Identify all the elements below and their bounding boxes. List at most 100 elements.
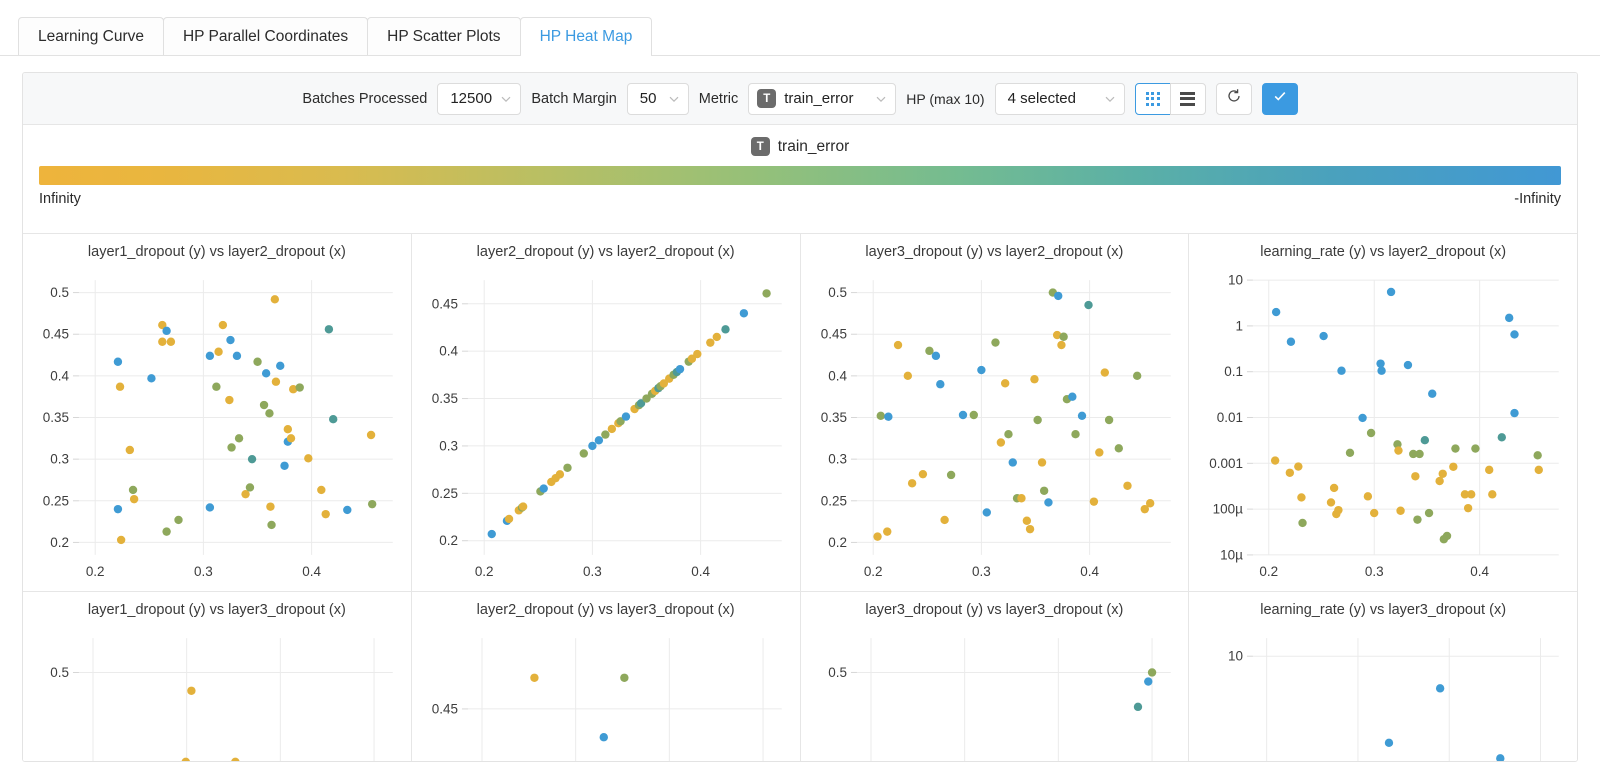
svg-text:0.3: 0.3 bbox=[50, 452, 69, 467]
svg-text:10µ: 10µ bbox=[1220, 547, 1243, 562]
chart-cell[interactable]: learning_rate (y) vs layer3_dropout (x) 1… bbox=[1189, 592, 1577, 761]
check-icon bbox=[1272, 88, 1288, 109]
list-view-button[interactable] bbox=[1169, 82, 1206, 115]
chevron-down-icon bbox=[875, 93, 887, 105]
svg-text:0.2: 0.2 bbox=[439, 533, 458, 548]
refresh-button[interactable] bbox=[1215, 82, 1252, 115]
chart-cell[interactable]: layer3_dropout (y) vs layer3_dropout (x)… bbox=[800, 592, 1190, 761]
chart-row: layer1_dropout (y) vs layer3_dropout (x)… bbox=[23, 592, 1577, 761]
svg-text:0.35: 0.35 bbox=[820, 410, 846, 425]
tab-hp-scatter-plots[interactable]: HP Scatter Plots bbox=[367, 17, 521, 55]
batch-margin-select[interactable]: 50 bbox=[626, 82, 689, 115]
svg-text:0.25: 0.25 bbox=[43, 493, 69, 508]
chevron-down-icon bbox=[668, 93, 680, 105]
chart-title: layer3_dropout (y) vs layer3_dropout (x) bbox=[865, 602, 1124, 618]
tab-label: HP Parallel Coordinates bbox=[182, 27, 349, 45]
chart-cell[interactable]: layer2_dropout (y) vs layer3_dropout (x)… bbox=[411, 592, 801, 761]
legend-max-label: -Infinity bbox=[1514, 191, 1561, 207]
svg-text:0.3: 0.3 bbox=[972, 564, 991, 579]
svg-text:0.4: 0.4 bbox=[1080, 564, 1099, 579]
controls-toolbar: Batches Processed 12500 Batch Margin 50 … bbox=[23, 73, 1577, 125]
tab-hp-parallel-coordinates[interactable]: HP Parallel Coordinates bbox=[162, 17, 369, 55]
metric-label: Metric bbox=[698, 90, 739, 107]
svg-text:0.001: 0.001 bbox=[1209, 456, 1243, 471]
svg-text:0.3: 0.3 bbox=[583, 564, 602, 579]
heatmap-page: Learning Curve HP Parallel Coordinates H… bbox=[0, 0, 1600, 770]
view-mode-group bbox=[1134, 82, 1206, 115]
chevron-down-icon bbox=[1104, 93, 1116, 105]
scatter-plot[interactable]: 0.2 0.25 0.3 0.35 0.4 0.45 0.5 0.2 0.3 0.4 bbox=[23, 266, 411, 591]
svg-text:0.1: 0.1 bbox=[1224, 364, 1243, 379]
apply-button[interactable] bbox=[1261, 82, 1298, 115]
scatter-plot[interactable]: 10 1 0.1 0.01 0.001 100µ 10µ 0.2 0.3 0.4 bbox=[1189, 266, 1577, 591]
svg-text:0.2: 0.2 bbox=[86, 564, 105, 579]
scatter-plot[interactable]: 0.40.450.50.20.30.40.5 bbox=[23, 624, 411, 761]
grid-view-button[interactable] bbox=[1134, 82, 1171, 115]
metric-type-chip: T bbox=[757, 89, 777, 108]
svg-text:0.45: 0.45 bbox=[431, 701, 457, 716]
chart-title: layer2_dropout (y) vs layer2_dropout (x) bbox=[476, 244, 735, 260]
svg-text:0.5: 0.5 bbox=[828, 285, 847, 300]
svg-text:0.4: 0.4 bbox=[439, 344, 458, 359]
legend-metric-name: train_error bbox=[777, 137, 850, 155]
svg-text:0.25: 0.25 bbox=[431, 486, 457, 501]
tab-hp-heat-map[interactable]: HP Heat Map bbox=[519, 17, 653, 56]
list-view-icon bbox=[1180, 91, 1196, 106]
chart-grid: layer1_dropout (y) vs layer2_dropout (x)… bbox=[23, 233, 1577, 761]
scatter-plot[interactable]: 1010.10.20.30.40.5 bbox=[1189, 624, 1577, 761]
svg-text:0.35: 0.35 bbox=[431, 391, 457, 406]
svg-text:1: 1 bbox=[1236, 318, 1244, 333]
tab-label: HP Scatter Plots bbox=[387, 27, 501, 45]
chart-title: learning_rate (y) vs layer3_dropout (x) bbox=[1260, 602, 1507, 618]
svg-text:0.4: 0.4 bbox=[302, 564, 321, 579]
svg-text:0.2: 0.2 bbox=[50, 535, 69, 550]
legend-range-labels: Infinity -Infinity bbox=[39, 191, 1561, 207]
legend-gradient-bar bbox=[39, 166, 1561, 185]
scatter-plot[interactable]: 0.2 0.25 0.3 0.35 0.4 0.45 0.2 0.3 0.4 bbox=[412, 266, 800, 591]
scatter-plot[interactable]: 0.40.450.50.20.30.40.5 bbox=[801, 624, 1189, 761]
chart-cell[interactable]: learning_rate (y) vs layer2_dropout (x) 1… bbox=[1189, 234, 1577, 591]
svg-text:0.4: 0.4 bbox=[828, 368, 847, 383]
chart-title: layer1_dropout (y) vs layer2_dropout (x) bbox=[87, 244, 346, 260]
svg-text:10: 10 bbox=[1228, 649, 1243, 664]
svg-text:0.01: 0.01 bbox=[1217, 410, 1243, 425]
tab-label: HP Heat Map bbox=[539, 27, 633, 45]
tab-learning-curve[interactable]: Learning Curve bbox=[18, 17, 164, 55]
svg-text:0.2: 0.2 bbox=[1260, 564, 1279, 579]
chart-title: layer1_dropout (y) vs layer3_dropout (x) bbox=[87, 602, 346, 618]
refresh-icon bbox=[1226, 88, 1242, 109]
svg-text:0.45: 0.45 bbox=[431, 296, 457, 311]
grid-view-icon bbox=[1145, 91, 1160, 106]
chart-title: layer3_dropout (y) vs layer2_dropout (x) bbox=[865, 244, 1124, 260]
metric-value: train_error bbox=[784, 90, 854, 107]
color-legend: T train_error Infinity -Infinity bbox=[23, 125, 1577, 211]
hp-max-label: HP (max 10) bbox=[906, 90, 985, 107]
svg-text:0.4: 0.4 bbox=[691, 564, 710, 579]
hp-select[interactable]: 4 selected bbox=[994, 82, 1125, 115]
chart-cell[interactable]: layer2_dropout (y) vs layer2_dropout (x)… bbox=[411, 234, 801, 591]
heatmap-card: Batches Processed 12500 Batch Margin 50 … bbox=[22, 72, 1578, 762]
metric-select[interactable]: T train_error bbox=[748, 82, 897, 115]
svg-text:0.2: 0.2 bbox=[863, 564, 882, 579]
batches-processed-value: 12500 bbox=[450, 90, 493, 107]
chart-title: layer2_dropout (y) vs layer3_dropout (x) bbox=[476, 602, 735, 618]
chart-title: learning_rate (y) vs layer2_dropout (x) bbox=[1260, 244, 1507, 260]
svg-text:0.4: 0.4 bbox=[50, 368, 69, 383]
svg-text:0.3: 0.3 bbox=[1365, 564, 1384, 579]
svg-text:0.5: 0.5 bbox=[50, 285, 69, 300]
batches-processed-select[interactable]: 12500 bbox=[437, 82, 522, 115]
batch-margin-label: Batch Margin bbox=[531, 90, 617, 107]
svg-text:0.3: 0.3 bbox=[439, 438, 458, 453]
chart-cell[interactable]: layer1_dropout (y) vs layer2_dropout (x)… bbox=[23, 234, 412, 591]
tab-bar: Learning Curve HP Parallel Coordinates H… bbox=[0, 0, 1600, 56]
hp-value: 4 selected bbox=[1007, 90, 1076, 107]
chart-cell[interactable]: layer3_dropout (y) vs layer2_dropout (x)… bbox=[800, 234, 1190, 591]
svg-text:0.5: 0.5 bbox=[50, 665, 69, 680]
scatter-plot[interactable]: 0.40.450.20.30.40.5 bbox=[412, 624, 800, 761]
svg-text:0.45: 0.45 bbox=[820, 327, 846, 342]
scatter-plot[interactable]: 0.2 0.25 0.3 0.35 0.4 0.45 0.5 0.2 0.3 0.4 bbox=[801, 266, 1189, 591]
chart-row: layer1_dropout (y) vs layer2_dropout (x)… bbox=[23, 234, 1577, 592]
svg-text:0.3: 0.3 bbox=[194, 564, 213, 579]
svg-text:0.4: 0.4 bbox=[1471, 564, 1490, 579]
chart-cell[interactable]: layer1_dropout (y) vs layer3_dropout (x)… bbox=[23, 592, 412, 761]
